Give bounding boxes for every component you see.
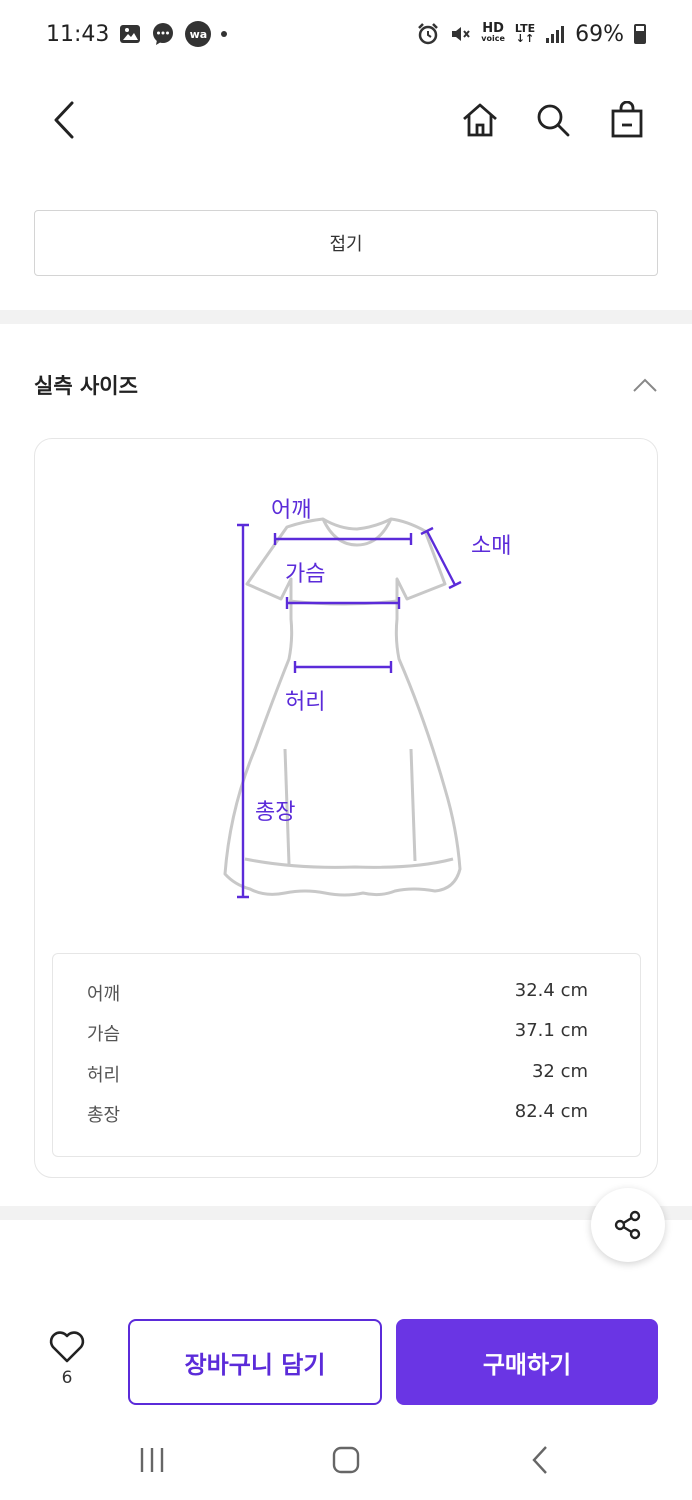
share-icon	[614, 1210, 641, 1240]
back-arrow-icon	[54, 101, 74, 139]
diagram-label-waist: 허리	[285, 690, 325, 715]
section-divider-bottom	[0, 1206, 692, 1220]
hd-voice-icon: HD voice	[481, 21, 505, 44]
battery-text: 69%	[575, 21, 624, 47]
lte-arrows-icon: ↓↑	[515, 32, 535, 45]
size-row-shoulder: 어깨 32.4 cm	[87, 980, 588, 1020]
size-row-waist: 허리 32 cm	[87, 1061, 588, 1101]
size-value: 82.4 cm	[514, 1100, 588, 1122]
search-button[interactable]	[531, 96, 575, 144]
dress-outline	[223, 517, 462, 897]
measure-lines	[237, 523, 462, 899]
like-button[interactable]: 6	[44, 1330, 90, 1400]
system-nav-bar	[0, 1420, 692, 1500]
length-line	[237, 523, 249, 899]
chevron-up-icon	[633, 378, 657, 392]
size-row-chest: 가슴 37.1 cm	[87, 1020, 588, 1060]
section-divider	[0, 310, 692, 324]
status-right: HD voice LTE ↓↑ 69%	[417, 22, 646, 47]
size-card: 어깨 가슴 소매 허리 총장 어깨 32.4 cm 가슴 37.1 cm 허리 …	[34, 438, 658, 1178]
size-label: 가슴	[87, 1024, 121, 1046]
status-left: 11:43 wa	[46, 21, 228, 47]
home-nav-icon	[332, 1446, 360, 1474]
size-label: 총장	[87, 1104, 121, 1126]
diagram-label-length: 총장	[255, 800, 295, 825]
back-nav-button[interactable]	[516, 1440, 564, 1480]
add-to-cart-button[interactable]: 장바구니 담기	[128, 1319, 382, 1405]
buy-now-button[interactable]: 구매하기	[396, 1319, 658, 1405]
status-time: 11:43	[46, 21, 110, 47]
status-bar: 11:43 wa HD voice LTE ↓↑ 69%	[0, 0, 692, 68]
size-value: 37.1 cm	[514, 1020, 588, 1042]
lte-icon: LTE ↓↑	[515, 23, 535, 45]
gallery-icon	[119, 23, 141, 45]
chest-line	[285, 597, 401, 609]
home-button[interactable]	[458, 96, 502, 144]
signal-icon	[545, 24, 565, 44]
search-icon	[537, 104, 570, 137]
home-nav-button[interactable]	[322, 1440, 370, 1480]
diagram-label-sleeve: 소매	[471, 534, 511, 559]
shopping-bag-icon	[611, 101, 643, 138]
hd-label: HD	[482, 21, 504, 36]
voice-label: voice	[481, 34, 505, 43]
size-label: 허리	[87, 1064, 121, 1086]
cart-header-button[interactable]	[605, 96, 649, 144]
back-button[interactable]	[44, 96, 84, 144]
size-section-toggle[interactable]	[630, 370, 660, 400]
waist-line	[293, 661, 393, 673]
size-row-length: 총장 82.4 cm	[87, 1101, 588, 1141]
home-icon	[463, 103, 497, 137]
diagram-label-shoulder: 어깨	[271, 498, 311, 523]
size-value: 32 cm	[531, 1060, 588, 1082]
chat-icon	[151, 22, 175, 46]
app-header	[0, 80, 692, 160]
diagram-label-chest: 가슴	[285, 562, 325, 587]
size-table: 어깨 32.4 cm 가슴 37.1 cm 허리 32 cm 총장 82.4 c…	[52, 953, 641, 1157]
recent-apps-icon	[140, 1448, 164, 1472]
dress-diagram: 어깨 가슴 소매 허리 총장	[223, 498, 511, 899]
heart-icon	[49, 1331, 85, 1363]
size-label: 어깨	[87, 984, 121, 1005]
recent-apps-button[interactable]	[128, 1440, 176, 1480]
size-value: 32.4 cm	[514, 980, 588, 1001]
mute-icon	[449, 23, 471, 45]
wa-icon: wa	[185, 21, 212, 47]
dot-icon	[221, 31, 228, 37]
back-nav-icon	[532, 1446, 547, 1474]
like-count: 6	[61, 1368, 73, 1388]
collapse-button[interactable]: 접기	[34, 210, 658, 276]
share-button[interactable]	[591, 1188, 665, 1262]
alarm-icon	[417, 23, 439, 45]
size-section-title: 실측 사이즈	[34, 374, 138, 398]
battery-icon	[634, 24, 646, 44]
